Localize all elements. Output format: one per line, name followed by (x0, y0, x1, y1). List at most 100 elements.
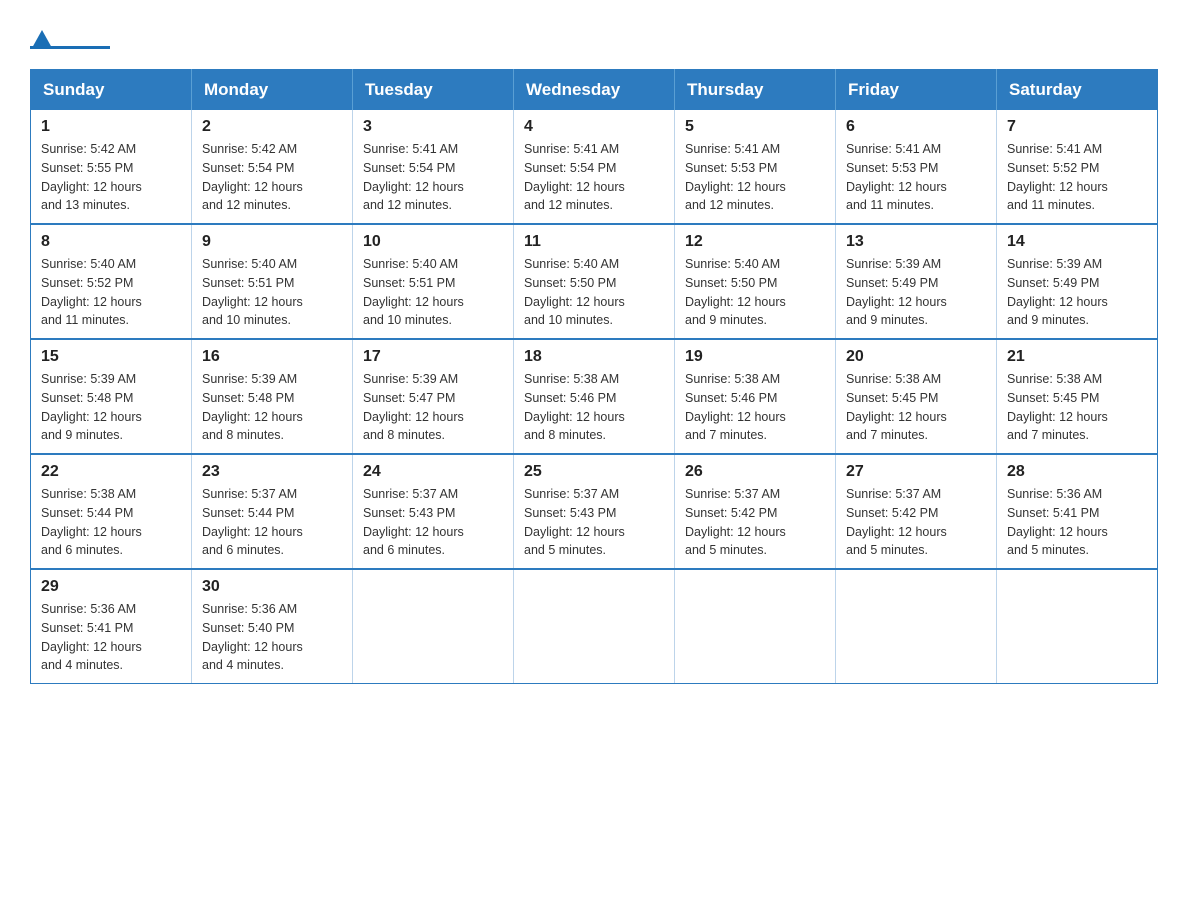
calendar-cell: 16 Sunrise: 5:39 AM Sunset: 5:48 PM Dayl… (192, 339, 353, 454)
calendar-cell: 18 Sunrise: 5:38 AM Sunset: 5:46 PM Dayl… (514, 339, 675, 454)
calendar-cell: 13 Sunrise: 5:39 AM Sunset: 5:49 PM Dayl… (836, 224, 997, 339)
day-info: Sunrise: 5:38 AM Sunset: 5:44 PM Dayligh… (41, 485, 181, 560)
calendar-cell: 11 Sunrise: 5:40 AM Sunset: 5:50 PM Dayl… (514, 224, 675, 339)
day-number: 15 (41, 348, 181, 366)
day-number: 20 (846, 348, 986, 366)
weekday-header-thursday: Thursday (675, 70, 836, 111)
day-info: Sunrise: 5:41 AM Sunset: 5:54 PM Dayligh… (363, 140, 503, 215)
calendar-cell: 9 Sunrise: 5:40 AM Sunset: 5:51 PM Dayli… (192, 224, 353, 339)
day-number: 23 (202, 463, 342, 481)
calendar-cell: 20 Sunrise: 5:38 AM Sunset: 5:45 PM Dayl… (836, 339, 997, 454)
day-info: Sunrise: 5:39 AM Sunset: 5:49 PM Dayligh… (846, 255, 986, 330)
day-info: Sunrise: 5:38 AM Sunset: 5:45 PM Dayligh… (846, 370, 986, 445)
weekday-header-friday: Friday (836, 70, 997, 111)
day-info: Sunrise: 5:42 AM Sunset: 5:55 PM Dayligh… (41, 140, 181, 215)
day-info: Sunrise: 5:39 AM Sunset: 5:47 PM Dayligh… (363, 370, 503, 445)
day-number: 22 (41, 463, 181, 481)
day-info: Sunrise: 5:41 AM Sunset: 5:54 PM Dayligh… (524, 140, 664, 215)
calendar-cell: 19 Sunrise: 5:38 AM Sunset: 5:46 PM Dayl… (675, 339, 836, 454)
calendar-cell: 4 Sunrise: 5:41 AM Sunset: 5:54 PM Dayli… (514, 110, 675, 224)
day-info: Sunrise: 5:37 AM Sunset: 5:43 PM Dayligh… (524, 485, 664, 560)
weekday-header-tuesday: Tuesday (353, 70, 514, 111)
calendar-cell: 23 Sunrise: 5:37 AM Sunset: 5:44 PM Dayl… (192, 454, 353, 569)
day-info: Sunrise: 5:40 AM Sunset: 5:51 PM Dayligh… (202, 255, 342, 330)
day-info: Sunrise: 5:38 AM Sunset: 5:46 PM Dayligh… (524, 370, 664, 445)
page-header (30, 30, 1158, 49)
day-number: 27 (846, 463, 986, 481)
day-number: 28 (1007, 463, 1147, 481)
day-info: Sunrise: 5:40 AM Sunset: 5:50 PM Dayligh… (524, 255, 664, 330)
day-info: Sunrise: 5:40 AM Sunset: 5:52 PM Dayligh… (41, 255, 181, 330)
day-number: 7 (1007, 118, 1147, 136)
calendar-cell: 3 Sunrise: 5:41 AM Sunset: 5:54 PM Dayli… (353, 110, 514, 224)
day-info: Sunrise: 5:41 AM Sunset: 5:52 PM Dayligh… (1007, 140, 1147, 215)
day-number: 19 (685, 348, 825, 366)
logo (30, 30, 114, 49)
week-row-2: 8 Sunrise: 5:40 AM Sunset: 5:52 PM Dayli… (31, 224, 1158, 339)
logo-line (30, 46, 110, 49)
calendar-cell: 22 Sunrise: 5:38 AM Sunset: 5:44 PM Dayl… (31, 454, 192, 569)
day-number: 4 (524, 118, 664, 136)
day-info: Sunrise: 5:39 AM Sunset: 5:49 PM Dayligh… (1007, 255, 1147, 330)
day-info: Sunrise: 5:39 AM Sunset: 5:48 PM Dayligh… (202, 370, 342, 445)
calendar-cell: 14 Sunrise: 5:39 AM Sunset: 5:49 PM Dayl… (997, 224, 1158, 339)
calendar-table: SundayMondayTuesdayWednesdayThursdayFrid… (30, 69, 1158, 684)
day-info: Sunrise: 5:41 AM Sunset: 5:53 PM Dayligh… (846, 140, 986, 215)
day-info: Sunrise: 5:40 AM Sunset: 5:50 PM Dayligh… (685, 255, 825, 330)
week-row-5: 29 Sunrise: 5:36 AM Sunset: 5:41 PM Dayl… (31, 569, 1158, 684)
day-info: Sunrise: 5:38 AM Sunset: 5:45 PM Dayligh… (1007, 370, 1147, 445)
weekday-header-monday: Monday (192, 70, 353, 111)
day-info: Sunrise: 5:36 AM Sunset: 5:41 PM Dayligh… (1007, 485, 1147, 560)
calendar-cell: 12 Sunrise: 5:40 AM Sunset: 5:50 PM Dayl… (675, 224, 836, 339)
day-info: Sunrise: 5:37 AM Sunset: 5:42 PM Dayligh… (846, 485, 986, 560)
day-number: 24 (363, 463, 503, 481)
calendar-cell: 30 Sunrise: 5:36 AM Sunset: 5:40 PM Dayl… (192, 569, 353, 684)
day-number: 6 (846, 118, 986, 136)
day-number: 8 (41, 233, 181, 251)
day-number: 10 (363, 233, 503, 251)
calendar-cell: 26 Sunrise: 5:37 AM Sunset: 5:42 PM Dayl… (675, 454, 836, 569)
day-info: Sunrise: 5:38 AM Sunset: 5:46 PM Dayligh… (685, 370, 825, 445)
weekday-header-saturday: Saturday (997, 70, 1158, 111)
day-number: 2 (202, 118, 342, 136)
day-number: 29 (41, 578, 181, 596)
day-number: 17 (363, 348, 503, 366)
day-number: 12 (685, 233, 825, 251)
calendar-cell: 10 Sunrise: 5:40 AM Sunset: 5:51 PM Dayl… (353, 224, 514, 339)
day-info: Sunrise: 5:41 AM Sunset: 5:53 PM Dayligh… (685, 140, 825, 215)
day-number: 21 (1007, 348, 1147, 366)
calendar-cell (836, 569, 997, 684)
calendar-cell: 15 Sunrise: 5:39 AM Sunset: 5:48 PM Dayl… (31, 339, 192, 454)
day-number: 16 (202, 348, 342, 366)
calendar-cell: 29 Sunrise: 5:36 AM Sunset: 5:41 PM Dayl… (31, 569, 192, 684)
calendar-cell: 1 Sunrise: 5:42 AM Sunset: 5:55 PM Dayli… (31, 110, 192, 224)
calendar-cell: 7 Sunrise: 5:41 AM Sunset: 5:52 PM Dayli… (997, 110, 1158, 224)
calendar-header: SundayMondayTuesdayWednesdayThursdayFrid… (31, 70, 1158, 111)
calendar-cell: 27 Sunrise: 5:37 AM Sunset: 5:42 PM Dayl… (836, 454, 997, 569)
calendar-cell: 25 Sunrise: 5:37 AM Sunset: 5:43 PM Dayl… (514, 454, 675, 569)
calendar-cell: 2 Sunrise: 5:42 AM Sunset: 5:54 PM Dayli… (192, 110, 353, 224)
day-number: 1 (41, 118, 181, 136)
day-number: 26 (685, 463, 825, 481)
day-number: 30 (202, 578, 342, 596)
weekday-row: SundayMondayTuesdayWednesdayThursdayFrid… (31, 70, 1158, 111)
day-number: 5 (685, 118, 825, 136)
day-info: Sunrise: 5:37 AM Sunset: 5:43 PM Dayligh… (363, 485, 503, 560)
calendar-cell: 8 Sunrise: 5:40 AM Sunset: 5:52 PM Dayli… (31, 224, 192, 339)
week-row-4: 22 Sunrise: 5:38 AM Sunset: 5:44 PM Dayl… (31, 454, 1158, 569)
day-number: 18 (524, 348, 664, 366)
calendar-body: 1 Sunrise: 5:42 AM Sunset: 5:55 PM Dayli… (31, 110, 1158, 684)
day-number: 25 (524, 463, 664, 481)
calendar-cell: 5 Sunrise: 5:41 AM Sunset: 5:53 PM Dayli… (675, 110, 836, 224)
week-row-1: 1 Sunrise: 5:42 AM Sunset: 5:55 PM Dayli… (31, 110, 1158, 224)
day-number: 13 (846, 233, 986, 251)
calendar-cell: 28 Sunrise: 5:36 AM Sunset: 5:41 PM Dayl… (997, 454, 1158, 569)
day-info: Sunrise: 5:36 AM Sunset: 5:41 PM Dayligh… (41, 600, 181, 675)
calendar-cell: 6 Sunrise: 5:41 AM Sunset: 5:53 PM Dayli… (836, 110, 997, 224)
weekday-header-wednesday: Wednesday (514, 70, 675, 111)
day-info: Sunrise: 5:42 AM Sunset: 5:54 PM Dayligh… (202, 140, 342, 215)
calendar-cell (353, 569, 514, 684)
day-info: Sunrise: 5:36 AM Sunset: 5:40 PM Dayligh… (202, 600, 342, 675)
weekday-header-sunday: Sunday (31, 70, 192, 111)
calendar-cell: 21 Sunrise: 5:38 AM Sunset: 5:45 PM Dayl… (997, 339, 1158, 454)
